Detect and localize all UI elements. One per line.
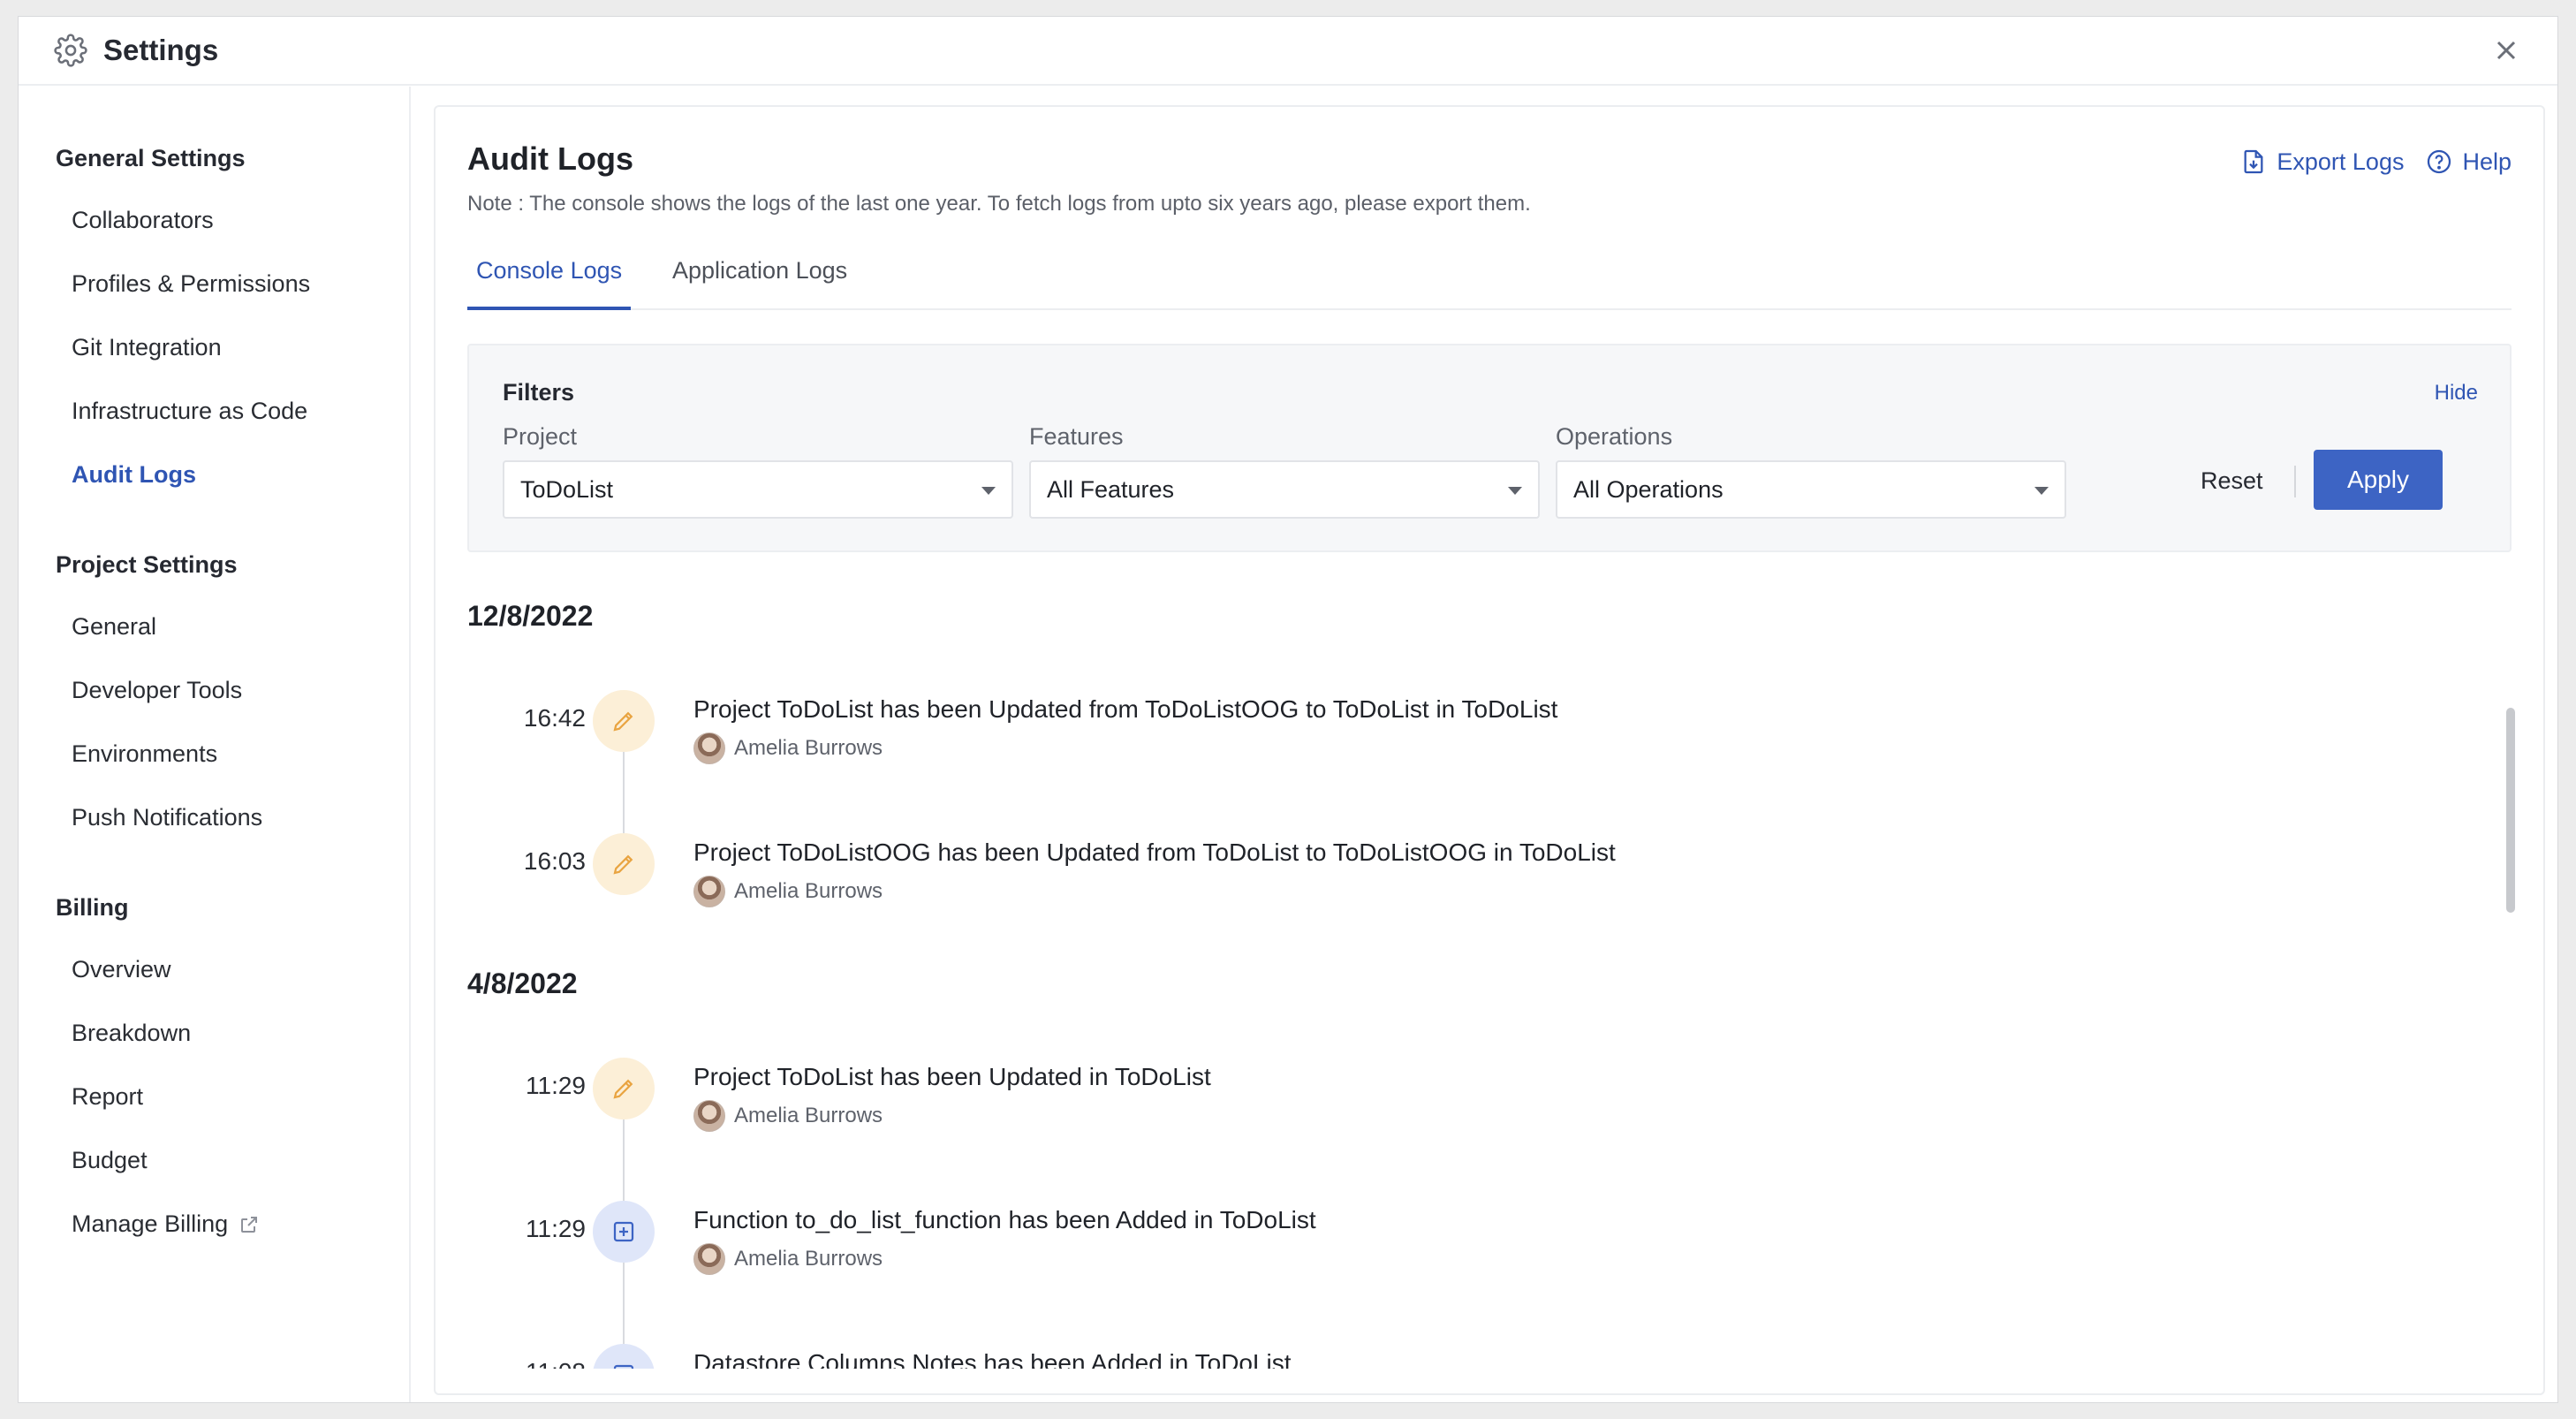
sidebar-item-push-notifications[interactable]: Push Notifications — [72, 804, 262, 831]
log-entry: 11:29 Function to_do_list_function has b… — [436, 1201, 2379, 1344]
export-file-icon — [2244, 149, 2263, 174]
operations-select[interactable]: All Operations — [1556, 460, 2066, 519]
tab-console-logs[interactable]: Console Logs — [467, 257, 632, 310]
page-note: Note : The console shows the logs of the… — [467, 192, 1531, 216]
chevron-down-icon — [1508, 487, 1522, 495]
sidebar-group-project-settings: Project Settings — [56, 551, 238, 578]
sidebar-item-general[interactable]: General — [72, 613, 156, 641]
help-link[interactable]: Help — [2425, 148, 2512, 176]
project-select[interactable]: ToDoList — [503, 460, 1013, 519]
chevron-down-icon — [2034, 487, 2049, 495]
timeline-connector — [623, 752, 625, 833]
sidebar-group-general-settings: General Settings — [56, 145, 246, 171]
avatar — [693, 1100, 725, 1132]
pencil-icon — [593, 833, 655, 895]
export-logs-link[interactable]: Export Logs — [2239, 148, 2404, 176]
log-user-name: Amelia Burrows — [734, 1104, 883, 1127]
hide-filters-link[interactable]: Hide — [2435, 381, 2478, 406]
sidebar-item-budget[interactable]: Budget — [72, 1147, 148, 1174]
log-user: Amelia Burrows — [693, 876, 883, 907]
operations-filter-label: Operations — [1556, 423, 1673, 450]
log-user: Amelia Burrows — [693, 1243, 883, 1275]
log-user: Amelia Burrows — [693, 732, 883, 764]
sidebar-item-infrastructure-as-code[interactable]: Infrastructure as Code — [72, 398, 307, 425]
date-heading: 4/8/2022 — [467, 968, 578, 999]
tab-application-logs[interactable]: Application Logs — [663, 257, 856, 310]
settings-sidebar: General Settings Collaborators Profiles … — [19, 87, 411, 1402]
log-time: 11:29 — [526, 1215, 586, 1242]
plus-square-icon — [593, 1344, 655, 1369]
filters-title: Filters — [503, 379, 575, 406]
sidebar-group-billing: Billing — [56, 894, 129, 921]
log-message: Project ToDoList has been Updated in ToD… — [693, 1063, 1211, 1090]
log-timeline[interactable]: 12/8/2022 16:42 Project ToDoList has bee… — [436, 566, 2543, 1369]
log-message: Project ToDoList has been Updated from T… — [693, 695, 1558, 723]
log-user: Amelia Burrows — [693, 1100, 883, 1132]
sidebar-item-manage-billing[interactable]: Manage Billing — [72, 1210, 260, 1238]
sidebar-item-label: Manage Billing — [72, 1210, 229, 1237]
timeline-connector — [623, 1263, 625, 1344]
sidebar-item-git-integration[interactable]: Git Integration — [72, 334, 222, 361]
sidebar-item-developer-tools[interactable]: Developer Tools — [72, 677, 242, 704]
log-user-name: Amelia Burrows — [734, 1247, 883, 1271]
settings-window: Settings General Settings Collaborators … — [18, 16, 2558, 1403]
audit-logs-panel: Audit Logs Note : The console shows the … — [434, 105, 2545, 1395]
filters-box: Filters Hide Project ToDoList Features A… — [467, 344, 2512, 552]
plus-square-icon — [593, 1201, 655, 1263]
chevron-down-icon — [981, 487, 996, 495]
project-select-value: ToDoList — [520, 475, 614, 503]
external-link-icon — [239, 1214, 260, 1235]
avatar — [693, 1243, 725, 1275]
log-user-name: Amelia Burrows — [734, 879, 883, 903]
log-message: Datastore Columns Notes has been Added i… — [693, 1349, 1292, 1369]
avatar — [693, 732, 725, 764]
sidebar-item-profiles-permissions[interactable]: Profiles & Permissions — [72, 270, 310, 298]
project-filter-label: Project — [503, 423, 578, 450]
features-select-value: All Features — [1047, 475, 1175, 503]
help-circle-icon — [2428, 149, 2451, 174]
features-select[interactable]: All Features — [1029, 460, 1540, 519]
apply-button[interactable]: Apply — [2314, 450, 2443, 510]
divider — [2294, 466, 2296, 497]
reset-button[interactable]: Reset — [2201, 467, 2263, 495]
log-time: 16:42 — [523, 704, 586, 732]
operations-select-value: All Operations — [1573, 475, 1724, 503]
log-tabs: Console Logs Application Logs — [467, 257, 2512, 310]
gear-icon — [54, 34, 87, 67]
close-icon[interactable] — [2490, 34, 2522, 66]
export-logs-label: Export Logs — [2277, 148, 2405, 175]
timeline-connector — [623, 1119, 625, 1201]
avatar — [693, 876, 725, 907]
window-title: Settings — [103, 34, 219, 66]
pencil-icon — [593, 690, 655, 752]
title-bar: Settings — [19, 17, 2557, 86]
help-label: Help — [2462, 148, 2512, 175]
page-title: Audit Logs — [467, 140, 633, 177]
log-entry: 11:29 Project ToDoList has been Updated … — [436, 1058, 2379, 1201]
header-actions: Export Logs Help — [2239, 148, 2512, 176]
sidebar-item-overview[interactable]: Overview — [72, 956, 171, 983]
log-message: Project ToDoListOOG has been Updated fro… — [693, 838, 1616, 866]
sidebar-item-report[interactable]: Report — [72, 1083, 143, 1111]
log-time: 11:29 — [526, 1072, 586, 1099]
log-entry: 16:03 Project ToDoListOOG has been Updat… — [436, 833, 2379, 939]
log-message: Function to_do_list_function has been Ad… — [693, 1206, 1316, 1233]
date-heading: 12/8/2022 — [467, 600, 594, 632]
pencil-icon — [593, 1058, 655, 1119]
sidebar-item-collaborators[interactable]: Collaborators — [72, 207, 214, 234]
log-time: 11:08 — [515, 1358, 586, 1369]
log-time: 16:03 — [523, 847, 586, 875]
sidebar-item-environments[interactable]: Environments — [72, 740, 217, 768]
features-filter-label: Features — [1029, 423, 1124, 450]
log-entry: 16:42 Project ToDoList has been Updated … — [436, 690, 2379, 833]
sidebar-item-breakdown[interactable]: Breakdown — [72, 1020, 191, 1047]
scrollbar-thumb[interactable] — [2506, 708, 2515, 913]
log-user-name: Amelia Burrows — [734, 736, 883, 760]
log-entry: 11:08 Datastore Columns Notes has been A… — [436, 1344, 2379, 1369]
sidebar-item-audit-logs[interactable]: Audit Logs — [72, 461, 196, 489]
